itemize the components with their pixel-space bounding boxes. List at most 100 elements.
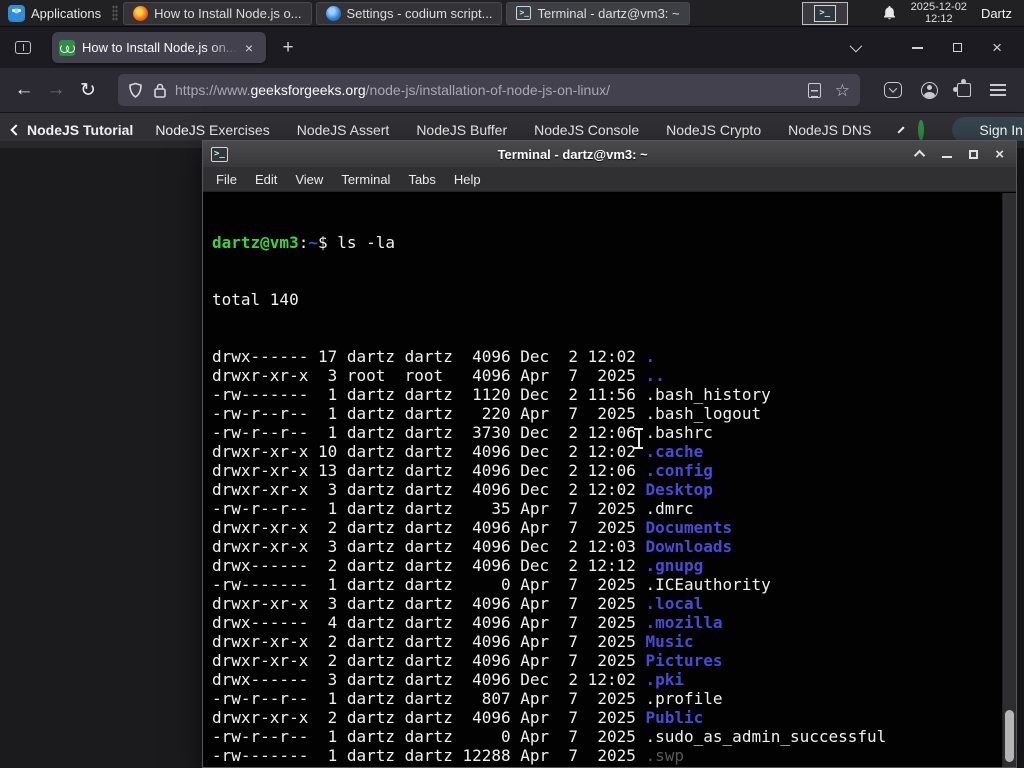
navbar-item-assert[interactable]: NodeJS Assert xyxy=(297,122,390,138)
codium-icon xyxy=(325,5,341,21)
sign-in-button[interactable]: Sign In xyxy=(952,116,1024,143)
menu-edit[interactable]: Edit xyxy=(246,172,286,187)
lock-icon[interactable] xyxy=(153,82,167,99)
file-name: .mozilla xyxy=(645,613,723,632)
firefox-window-controls: × xyxy=(912,39,1002,56)
top-panel: Applications How to Install Node.js o...… xyxy=(0,0,1024,27)
terminal-row: drwxr-xr-x 3 dartz dartz 4096 Dec 2 12:0… xyxy=(212,537,733,556)
terminal-row: drwxr-xr-x 2 dartz dartz 4096 Apr 7 2025… xyxy=(212,765,1016,767)
navbar-back-item[interactable]: NodeJS Tutorial xyxy=(10,121,134,138)
prompt-separator: : xyxy=(298,233,309,252)
file-name: .config xyxy=(645,461,713,480)
terminal-window-controls: × xyxy=(914,147,1008,162)
terminal-row: -rw------- 1 dartz dartz 12288 Apr 7 202… xyxy=(212,746,685,765)
panel-separator xyxy=(112,5,119,21)
search-icon[interactable] xyxy=(918,119,925,140)
menu-file[interactable]: File xyxy=(207,172,246,187)
panel-clock[interactable]: 2025-12-02 12:12 xyxy=(911,1,967,25)
pocket-icon[interactable] xyxy=(884,82,902,98)
maximize-button[interactable] xyxy=(969,149,979,159)
address-bar[interactable]: https://www.geeksforgeeks.org/node-js/in… xyxy=(118,74,860,106)
terminal-titlebar[interactable]: >_ Terminal - dartz@vm3: ~ × xyxy=(203,141,1016,167)
workspace-switcher[interactable]: >_ xyxy=(801,1,848,25)
notifications-bell-icon[interactable] xyxy=(882,5,897,21)
scrollbar-thumb[interactable] xyxy=(1005,710,1014,762)
terminal-row: drwx------ 2 dartz dartz 4096 Dec 2 12:1… xyxy=(212,556,704,575)
menu-hamburger-icon[interactable] xyxy=(990,84,1006,96)
firefox-view-button[interactable] xyxy=(8,35,38,61)
prompt-path: ~ xyxy=(308,233,318,252)
file-name: .gnupg xyxy=(645,556,704,575)
applications-menu-button[interactable]: Applications xyxy=(0,0,109,26)
toolbar-end-icons xyxy=(884,79,1006,99)
navbar-item-console[interactable]: NodeJS Console xyxy=(534,122,639,138)
menu-terminal[interactable]: Terminal xyxy=(332,172,399,187)
close-button[interactable]: × xyxy=(992,39,1002,56)
file-name: .dmrc xyxy=(645,499,694,518)
tab-title: How to Install Node.js on... xyxy=(82,40,237,55)
navbar-item-exercises[interactable]: NodeJS Exercises xyxy=(155,122,269,138)
menu-tabs[interactable]: Tabs xyxy=(399,172,444,187)
terminal-row: drwxr-xr-x 2 dartz dartz 4096 Apr 7 2025… xyxy=(212,632,694,651)
terminal-output[interactable]: dartz@vm3:~$ ls -la total 140 drwx------… xyxy=(203,193,1016,767)
navbar-item-dns[interactable]: NodeJS DNS xyxy=(788,122,871,138)
terminal-icon: >_ xyxy=(516,6,532,20)
firefox-tab-strip: How to Install Node.js on... × + × xyxy=(0,27,1024,68)
new-tab-button[interactable]: + xyxy=(274,34,302,62)
navbar-item-buffer[interactable]: NodeJS Buffer xyxy=(416,122,507,138)
applications-menu-label: Applications xyxy=(31,5,102,21)
terminal-row: drwxr-xr-x 2 dartz dartz 4096 Apr 7 2025… xyxy=(212,708,704,727)
clock-date: 2025-12-02 xyxy=(910,1,967,13)
terminal-row: drwxr-xr-x 3 dartz dartz 4096 Apr 7 2025… xyxy=(212,594,704,613)
chevron-left-icon xyxy=(10,123,22,136)
menu-help[interactable]: Help xyxy=(445,172,490,187)
taskbar-button-terminal[interactable]: >_ Terminal - dartz@vm3: ~ xyxy=(506,1,690,25)
navbar-scroll-right-icon[interactable] xyxy=(897,125,905,134)
terminal-row: -rw------- 1 dartz dartz 1120 Dec 2 11:5… xyxy=(212,385,771,404)
workspace-terminal-icon: >_ xyxy=(813,4,836,22)
terminal-row: drwx------ 17 dartz dartz 4096 Dec 2 12:… xyxy=(212,347,656,366)
minimize-button[interactable] xyxy=(912,46,924,49)
tab-close-button[interactable]: × xyxy=(239,38,259,58)
account-icon[interactable] xyxy=(921,81,938,99)
navbar-back-label: NodeJS Tutorial xyxy=(27,121,134,138)
prompt-command: $ ls -la xyxy=(317,233,396,252)
file-name: .local xyxy=(645,594,704,613)
file-name: Documents xyxy=(645,518,733,537)
list-all-tabs-button[interactable] xyxy=(842,36,866,60)
extensions-puzzle-icon[interactable] xyxy=(953,79,971,97)
browser-tab-active[interactable]: How to Install Node.js on... × xyxy=(52,32,266,63)
terminal-row: drwx------ 4 dartz dartz 4096 Apr 7 2025… xyxy=(212,613,723,632)
forward-button[interactable]: → xyxy=(40,75,72,105)
file-name: .bash_logout xyxy=(645,404,762,423)
firefox-icon xyxy=(133,5,149,21)
taskbar-button-codium[interactable]: Settings - codium script... xyxy=(315,1,503,25)
taskbar-button-codium-label: Settings - codium script... xyxy=(346,5,493,21)
close-button[interactable]: × xyxy=(995,147,1004,162)
file-name: .ICEauthority xyxy=(645,575,771,594)
maximize-button[interactable] xyxy=(953,43,963,52)
terminal-scrollbar[interactable] xyxy=(1002,193,1016,767)
panel-user-label[interactable]: Dartz xyxy=(981,6,1014,21)
chevron-down-icon xyxy=(849,39,862,53)
tracking-protection-shield-icon[interactable] xyxy=(128,82,143,99)
file-name: Templates xyxy=(645,765,732,767)
terminal-row: -rw-r--r-- 1 dartz dartz 807 Apr 7 2025 … xyxy=(212,689,723,708)
terminal-row: -rw-r--r-- 1 dartz dartz 220 Apr 7 2025 … xyxy=(212,404,762,423)
terminal-row: -rw-r--r-- 1 dartz dartz 3730 Dec 2 12:0… xyxy=(212,423,713,442)
terminal-window-title: Terminal - dartz@vm3: ~ xyxy=(497,146,648,162)
file-name: .profile xyxy=(645,689,723,708)
back-button[interactable]: ← xyxy=(8,75,40,105)
reader-view-icon[interactable] xyxy=(807,82,821,98)
mouse-cursor-ibeam xyxy=(633,428,644,449)
menu-view[interactable]: View xyxy=(286,172,332,187)
desktop: Applications How to Install Node.js o...… xyxy=(0,0,1024,768)
bookmark-star-icon[interactable]: ☆ xyxy=(835,82,850,99)
reload-button[interactable]: ↻ xyxy=(72,75,104,105)
minimize-button[interactable] xyxy=(942,156,953,158)
taskbar-button-firefox[interactable]: How to Install Node.js o... xyxy=(123,1,312,25)
navbar-item-crypto[interactable]: NodeJS Crypto xyxy=(666,122,761,138)
file-name: Music xyxy=(645,632,694,651)
file-name: . xyxy=(645,347,656,366)
xfce-applications-icon xyxy=(8,4,25,22)
